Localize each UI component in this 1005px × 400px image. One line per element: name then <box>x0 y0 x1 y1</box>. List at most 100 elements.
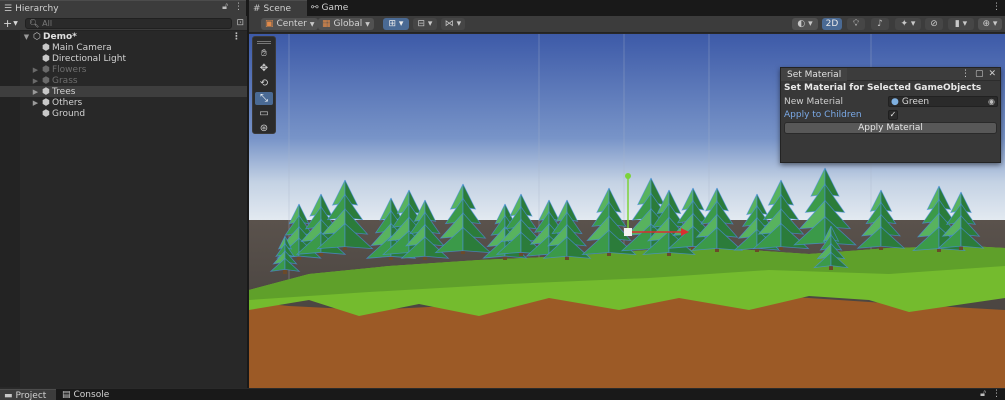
hierarchy-item-grass[interactable]: ▶ ⬢ Grass <box>0 75 247 86</box>
object-picker-icon[interactable]: ◉ <box>988 97 995 106</box>
shading-sphere-icon: ◐ ▾ <box>797 19 813 29</box>
item-label: Main Camera <box>52 42 112 53</box>
new-material-row: New Material ● Green ◉ <box>781 95 1000 108</box>
bottom-tabbar: ▬ Project ▤ Console 🔓︎ ⋮ <box>0 388 1005 400</box>
lightbulb-icon: 💡︎ <box>852 19 860 29</box>
scene-panel: # Scene ⚯ Game ⋮ ▣ Center ▼ ▦ Global ▼ ⊞… <box>249 0 1005 388</box>
pivot-rotation-dropdown[interactable]: ▦ Global ▼ <box>318 18 374 30</box>
eye-slash-icon: ⊘ <box>930 19 938 29</box>
scene-visibility-button[interactable]: ⊘ <box>925 18 943 30</box>
gameobject-cube-icon: ⬢ <box>42 53 50 64</box>
folder-icon: ▬ <box>4 390 13 400</box>
overlay-tab[interactable]: Set Material <box>781 68 848 81</box>
scene-kebab-icon[interactable]: ⋮ <box>232 32 241 42</box>
grid-snapping-button[interactable]: ⊞ ▾ <box>383 18 409 30</box>
tab-hierarchy-label: Hierarchy <box>15 3 59 14</box>
vertex-snap-button[interactable]: ⋈ ▾ <box>441 18 465 30</box>
search-icon: 🔍︎ <box>29 18 40 28</box>
kebab-menu-icon[interactable]: ⋮ <box>992 2 1001 12</box>
align-icon: ⋈ ▾ <box>444 19 462 29</box>
material-value: Green <box>901 96 930 107</box>
overlay-window-icons: ⋮ ▢ ✕ <box>961 69 996 79</box>
expand-arrow-icon[interactable]: ▶ <box>31 99 40 107</box>
tab-scene[interactable]: # Scene <box>249 0 307 16</box>
scene-root-row[interactable]: ▼ ⬡ Demo* ⋮ <box>0 31 247 42</box>
gameobject-cube-icon: ⬢ <box>42 97 50 108</box>
gamepad-icon: ⚯ <box>311 3 319 13</box>
maximize-icon[interactable]: ▢ <box>975 69 984 79</box>
bottom-tab-icons: 🔓︎ ⋮ <box>980 389 1001 399</box>
increment-snap-button[interactable]: ⊟ ▾ <box>413 18 437 30</box>
hierarchy-item-trees[interactable]: ▶ ⬢ Trees <box>0 86 247 97</box>
effects-icon: ✦ ▾ <box>900 19 916 29</box>
hierarchy-item-directional-light[interactable]: ⬢ Directional Light <box>0 53 247 64</box>
hand-tool-icon[interactable]: ✋︎ <box>255 47 273 60</box>
global-icon: ▦ <box>322 19 331 29</box>
kebab-menu-icon[interactable]: ⋮ <box>234 2 243 12</box>
move-tool-icon[interactable]: ✥ <box>255 62 273 75</box>
kebab-menu-icon[interactable]: ⋮ <box>992 389 1001 399</box>
pivot-center-icon: ▣ <box>265 19 274 29</box>
expand-arrow-icon[interactable]: ▶ <box>31 77 40 85</box>
toggle-2d-label: 2D <box>825 19 839 29</box>
toggle-2d-button[interactable]: 2D <box>822 18 842 30</box>
expand-arrow-icon[interactable]: ▶ <box>31 88 40 96</box>
chevron-down-icon: ▼ <box>309 20 315 28</box>
tab-hierarchy[interactable]: ☰ Hierarchy <box>0 0 246 16</box>
scene-toolbar: ▣ Center ▼ ▦ Global ▼ ⊞ ▾ ⊟ ▾ ⋈ ▾ ◐ ▾ 2D… <box>249 16 1005 33</box>
tab-project[interactable]: ▬ Project <box>0 389 56 400</box>
gameobject-cube-icon: ⬢ <box>42 86 50 97</box>
hierarchy-item-ground[interactable]: ⬢ Ground <box>0 108 247 119</box>
hierarchy-tab-icons: 🔓︎ ⋮ <box>222 2 243 12</box>
gameobject-cube-icon: ⬢ <box>42 64 50 75</box>
lock-icon[interactable]: 🔓︎ <box>980 389 986 399</box>
gameobject-cube-icon: ⬢ <box>42 75 50 86</box>
gizmo-globe-icon: ⊕ ▾ <box>982 19 998 29</box>
item-label: Flowers <box>52 64 87 75</box>
hierarchy-item-others[interactable]: ▶ ⬢ Others <box>0 97 247 108</box>
tab-scene-label: Scene <box>263 3 291 14</box>
hierarchy-item-main-camera[interactable]: ⬢ Main Camera <box>0 42 247 53</box>
expand-arrow-icon[interactable]: ▼ <box>22 33 31 41</box>
plus-icon: + <box>3 16 13 30</box>
apply-children-checkbox[interactable]: ✓ <box>888 109 898 120</box>
overlay-tab-label: Set Material <box>787 69 842 80</box>
hierarchy-tabbar: ☰ Hierarchy 🔓︎ ⋮ <box>0 0 247 16</box>
expand-arrow-icon[interactable]: ▶ <box>31 66 40 74</box>
checkmark-icon: ✓ <box>889 110 897 119</box>
search-filter-icon[interactable]: ⊡ <box>236 18 244 28</box>
add-object-button[interactable]: + ▼ <box>3 17 21 30</box>
tab-console[interactable]: ▤ Console <box>58 389 116 400</box>
effects-toggle-button[interactable]: ✦ ▾ <box>895 18 921 30</box>
draw-mode-button[interactable]: ◐ ▾ <box>792 18 818 30</box>
apply-material-button[interactable]: Apply Material <box>784 122 997 134</box>
overlay-grip[interactable] <box>257 41 271 44</box>
rotate-tool-icon[interactable]: ⟲ <box>255 77 273 90</box>
transform-tool-icon[interactable]: ⊛ <box>255 122 273 135</box>
new-material-field[interactable]: ● Green ◉ <box>888 96 998 107</box>
pivot-mode-dropdown[interactable]: ▣ Center ▼ <box>261 18 319 30</box>
grid-snap-icon: ⊞ ▾ <box>388 19 404 29</box>
gizmos-button[interactable]: ⊕ ▾ <box>978 18 1002 30</box>
new-material-label: New Material <box>784 96 844 107</box>
lighting-toggle-button[interactable]: 💡︎ <box>847 18 865 30</box>
tab-console-label: Console <box>73 390 110 400</box>
snap-increment-icon: ⊟ ▾ <box>417 19 433 29</box>
hierarchy-panel: ☰ Hierarchy 🔓︎ ⋮ + ▼ 🔍︎ All ⊡ ▼ ⬡ Demo* ⋮… <box>0 0 248 388</box>
audio-toggle-button[interactable]: ♪ <box>871 18 889 30</box>
scene-tabbar: # Scene ⚯ Game ⋮ <box>249 0 1005 16</box>
scale-tool-icon[interactable]: ⤡ <box>255 92 273 105</box>
tab-game-label: Game <box>321 3 349 13</box>
overlay-title: Set Material for Selected GameObjects <box>784 83 982 93</box>
item-label: Grass <box>52 75 78 86</box>
rect-tool-icon[interactable]: ▭ <box>255 107 273 120</box>
hierarchy-search-field[interactable]: 🔍︎ All <box>25 17 233 29</box>
apply-children-row: Apply to Children ✓ <box>781 108 1000 121</box>
tab-project-label: Project <box>15 390 47 400</box>
lock-icon[interactable]: 🔓︎ <box>222 2 228 12</box>
camera-settings-button[interactable]: ▮ ▾ <box>948 18 974 30</box>
hierarchy-item-flowers[interactable]: ▶ ⬢ Flowers <box>0 64 247 75</box>
close-icon[interactable]: ✕ <box>988 69 996 79</box>
tab-game[interactable]: ⚯ Game <box>307 0 355 16</box>
kebab-menu-icon[interactable]: ⋮ <box>961 69 970 79</box>
